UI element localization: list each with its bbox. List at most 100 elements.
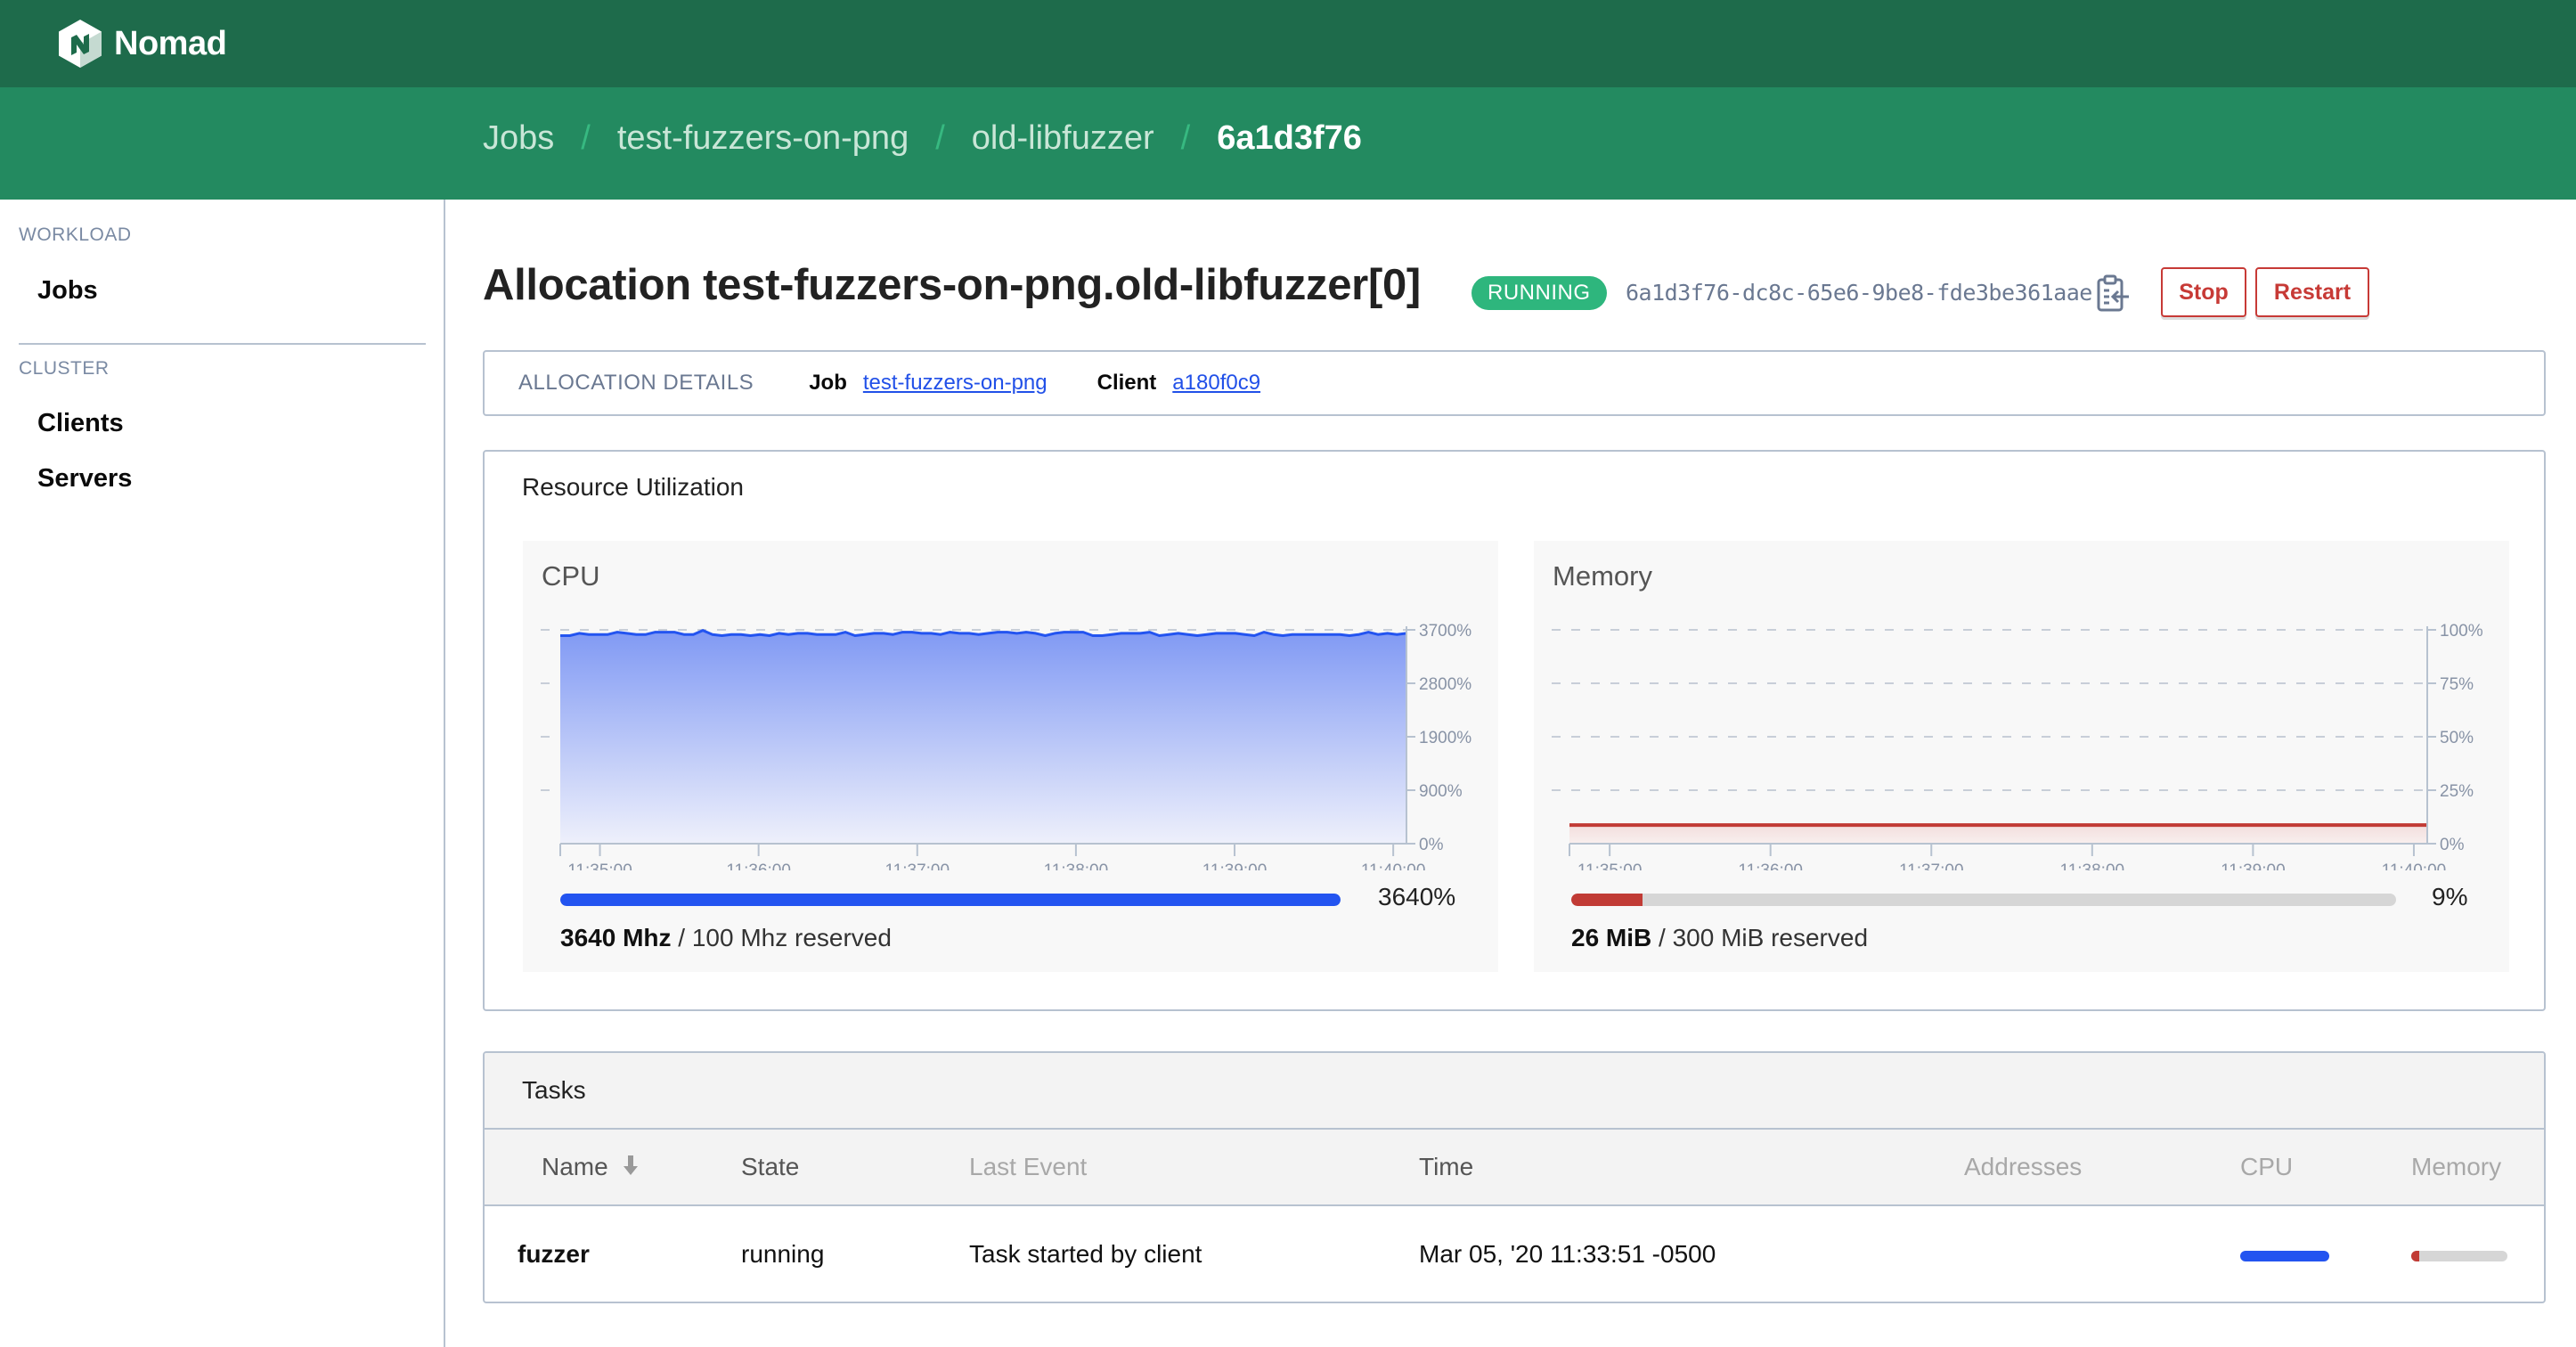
y-tick-label: 50% — [2440, 729, 2474, 747]
task-last-event: Task started by client — [969, 1240, 1202, 1268]
allocation-details-label: ALLOCATION DETAILS — [518, 371, 754, 395]
sidebar-item-jobs[interactable]: Jobs — [37, 276, 98, 306]
resource-utilization-title: Resource Utilization — [522, 473, 744, 501]
nomad-logo-icon — [59, 20, 102, 68]
x-tick-label: 11:38:00 — [2060, 861, 2125, 870]
task-state: running — [741, 1240, 825, 1268]
breadcrumb-separator: / — [1180, 119, 1191, 157]
memory-percent: 9% — [2432, 883, 2468, 910]
task-time: Mar 05, '20 11:33:51 -0500 — [1419, 1240, 1716, 1268]
tasks-panel: Tasks Name State Last Event Time Address… — [483, 1051, 2546, 1303]
cpu-percent: 3640% — [1378, 883, 1456, 910]
client-link[interactable]: a180f0c9 — [1172, 371, 1260, 396]
x-tick-label: 11:38:00 — [1044, 861, 1109, 870]
x-tick-label: 11:36:00 — [726, 861, 791, 870]
x-tick-label: 11:37:00 — [885, 861, 950, 870]
y-tick-label: 0% — [1419, 836, 1444, 854]
column-header-addresses: Addresses — [1964, 1153, 2083, 1180]
column-header-cpu: CPU — [2240, 1153, 2294, 1180]
y-tick-label: 0% — [2440, 836, 2465, 854]
y-tick-label: 25% — [2440, 782, 2474, 801]
y-tick-label: 2800% — [1419, 675, 1471, 694]
cpu-usage-text: 3640 Mhz / 100 Mhz reserved — [560, 924, 892, 952]
task-cpu-bar — [2240, 1251, 2329, 1261]
memory-chart-panel: Memory 0% 25% 50% 75% 100% 11:35:00 11:36:00 11… — [1534, 541, 2509, 972]
x-tick-label: 11:40:00 — [1361, 861, 1426, 870]
sidebar-divider — [19, 343, 426, 345]
tasks-title: Tasks — [522, 1076, 586, 1104]
sidebar-item-clients[interactable]: Clients — [37, 409, 124, 438]
cpu-chart-panel: CPU 0% 900% 1900% 2800% 3700% 11:35:00 11:36:0… — [523, 541, 1498, 972]
memory-meter-fill — [1571, 894, 1643, 906]
x-tick-label: 11:35:00 — [567, 861, 632, 870]
column-header-name[interactable]: Name — [542, 1153, 640, 1181]
restart-button[interactable]: Restart — [2255, 267, 2369, 317]
memory-used: 26 MiB — [1571, 924, 1652, 951]
y-tick-label: 3700% — [1419, 622, 1471, 641]
x-tick-label: 11:39:00 — [2221, 861, 2286, 870]
task-name-link[interactable]: fuzzer — [518, 1240, 590, 1269]
stop-button[interactable]: Stop — [2161, 267, 2246, 317]
breadcrumb-jobs[interactable]: Jobs — [483, 119, 554, 158]
memory-chart-title: Memory — [1553, 560, 1652, 592]
arrow-down-icon — [624, 1155, 639, 1175]
tasks-table-header: Name State Last Event Time Addresses CPU… — [485, 1130, 2544, 1206]
x-tick-label: 11:35:00 — [1577, 861, 1643, 870]
sidebar: WORKLOAD Jobs CLUSTER Clients Servers — [0, 200, 445, 1347]
task-memory-bar — [2411, 1251, 2507, 1261]
clipboard-copy-icon — [2097, 274, 2129, 312]
task-memory-bar-fill — [2411, 1251, 2420, 1261]
series-area — [560, 630, 1406, 844]
app-name: Nomad — [114, 24, 227, 62]
sidebar-item-servers[interactable]: Servers — [37, 464, 132, 494]
client-key: Client — [1096, 371, 1157, 395]
status-badge: RUNNING — [1471, 276, 1607, 310]
column-header-memory: Memory — [2411, 1153, 2502, 1180]
allocation-id: 6a1d3f76-dc8c-65e6-9be8-fde3be361aae — [1626, 280, 2092, 306]
x-tick-label: 11:36:00 — [1738, 861, 1803, 870]
sidebar-section-cluster: CLUSTER — [19, 358, 110, 379]
page-title: Allocation test-fuzzers-on-png.old-libfu… — [483, 261, 1421, 309]
y-tick-label: 100% — [2440, 622, 2483, 641]
cpu-chart: 0% 900% 1900% 2800% 3700% 11:35:00 11:36:00 11:… — [541, 622, 1471, 870]
y-tick-label: 75% — [2440, 675, 2474, 694]
memory-reserved: / 300 MiB reserved — [1651, 924, 1869, 951]
tasks-header: Tasks — [485, 1053, 2544, 1130]
column-name-label: Name — [542, 1153, 608, 1180]
x-tick-label: 11:37:00 — [1899, 861, 1964, 870]
breadcrumb-allocation[interactable]: 6a1d3f76 — [1217, 119, 1362, 158]
column-header-state[interactable]: State — [741, 1153, 799, 1181]
x-tick-label: 11:39:00 — [1202, 861, 1268, 870]
x-tick-label: 11:40:00 — [2382, 861, 2447, 870]
memory-meter — [1571, 894, 2396, 906]
breadcrumb-separator: / — [581, 119, 591, 157]
breadcrumb-bar: Jobs / test-fuzzers-on-png / old-libfuzz… — [0, 87, 2576, 200]
column-header-time[interactable]: Time — [1419, 1153, 1473, 1181]
breadcrumb-task-group[interactable]: old-libfuzzer — [972, 119, 1154, 158]
y-tick-label: 1900% — [1419, 729, 1471, 747]
task-cpu-bar-fill — [2240, 1251, 2329, 1261]
series-area — [1569, 825, 2427, 844]
cpu-chart-title: CPU — [542, 560, 600, 592]
breadcrumb: Jobs / test-fuzzers-on-png / old-libfuzz… — [483, 119, 1362, 158]
copy-allocation-id-button[interactable] — [2095, 274, 2131, 314]
series-line — [560, 629, 1407, 637]
breadcrumb-job[interactable]: test-fuzzers-on-png — [617, 119, 909, 158]
cpu-reserved: / 100 Mhz reserved — [671, 924, 892, 951]
sidebar-section-workload: WORKLOAD — [19, 224, 132, 245]
home-logo-link[interactable]: Nomad — [59, 20, 227, 68]
job-link[interactable]: test-fuzzers-on-png — [863, 371, 1048, 396]
memory-chart: 0% 25% 50% 75% 100% 11:35:00 11:36:00 11:37:00 1… — [1552, 622, 2483, 870]
cpu-meter-fill — [560, 894, 1341, 906]
cpu-meter — [560, 894, 1341, 906]
memory-usage-text: 26 MiB / 300 MiB reserved — [1571, 924, 1868, 952]
allocation-details: ALLOCATION DETAILS Job test-fuzzers-on-p… — [483, 350, 2546, 416]
table-row[interactable]: fuzzer running Task started by client Ma… — [485, 1206, 2544, 1302]
cpu-used: 3640 Mhz — [560, 924, 672, 951]
resource-utilization-panel: Resource Utilization CPU 0% 900% 1900% 2800… — [483, 450, 2546, 1011]
top-nav: Nomad — [0, 0, 2576, 87]
job-key: Job — [809, 371, 847, 395]
breadcrumb-separator: / — [935, 119, 945, 157]
column-header-last-event: Last Event — [969, 1153, 1088, 1180]
y-tick-label: 900% — [1419, 782, 1463, 801]
